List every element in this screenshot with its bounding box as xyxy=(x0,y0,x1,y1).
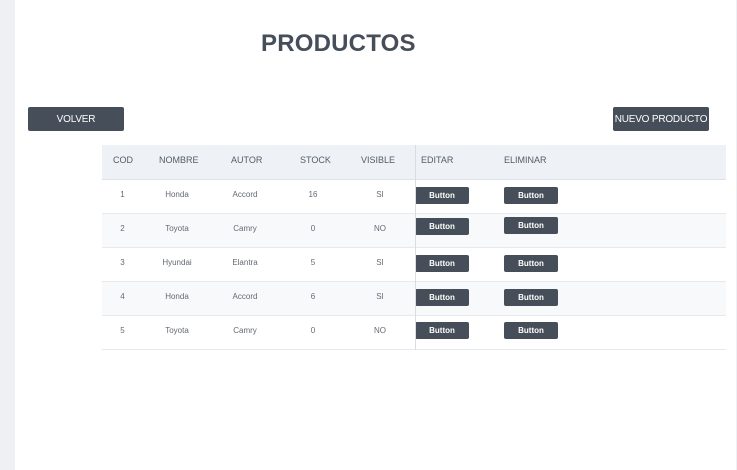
table-row: 2 Toyota Camry 0 NO Button Button xyxy=(102,214,726,248)
header-eliminar: ELIMINAR xyxy=(504,155,547,165)
delete-button[interactable]: Button xyxy=(504,255,558,272)
cell-nombre: Honda xyxy=(165,190,189,199)
delete-button[interactable]: Button xyxy=(504,322,558,339)
cell-visible: NO xyxy=(374,326,386,335)
header-editar: EDITAR xyxy=(421,155,454,165)
edit-button[interactable]: Button xyxy=(415,255,469,272)
table-row: 3 Hyundai Elantra 5 SI Button Button xyxy=(102,248,726,282)
table-row: 4 Honda Accord 6 SI Button Button xyxy=(102,282,726,316)
edit-button[interactable]: Button xyxy=(415,218,469,235)
cell-nombre: Toyota xyxy=(165,326,189,335)
table-header: COD NOMBRE AUTOR STOCK VISIBLE EDITAR EL… xyxy=(102,145,726,180)
cell-stock: 0 xyxy=(310,224,316,233)
cell-visible: SI xyxy=(376,190,384,199)
cell-stock: 16 xyxy=(308,190,318,199)
header-cod: COD xyxy=(113,155,133,165)
cell-visible: SI xyxy=(376,292,384,301)
header-visible: VISIBLE xyxy=(361,155,396,165)
cell-stock: 0 xyxy=(310,326,316,335)
edit-button[interactable]: Button xyxy=(415,289,469,306)
delete-button[interactable]: Button xyxy=(504,217,558,234)
cell-stock: 6 xyxy=(310,292,316,301)
cell-cod: 3 xyxy=(120,258,125,267)
header-nombre: NOMBRE xyxy=(159,155,199,165)
edit-button[interactable]: Button xyxy=(415,187,469,204)
edit-button[interactable]: Button xyxy=(415,322,469,339)
cell-autor: Camry xyxy=(233,326,257,335)
delete-button[interactable]: Button xyxy=(504,187,558,204)
cell-stock: 5 xyxy=(310,258,316,267)
new-product-button[interactable]: NUEVO PRODUCTO xyxy=(613,107,709,131)
header-stock: STOCK xyxy=(300,155,331,165)
cell-autor: Camry xyxy=(233,224,257,233)
cell-cod: 1 xyxy=(120,190,125,199)
cell-cod: 2 xyxy=(120,224,125,233)
table-row: 5 Toyota Camry 0 NO Button Button xyxy=(102,316,726,350)
back-button[interactable]: VOLVER xyxy=(28,107,124,131)
cell-visible: NO xyxy=(374,224,386,233)
cell-nombre: Toyota xyxy=(165,224,189,233)
cell-autor: Elantra xyxy=(232,258,258,267)
cell-nombre: Hyundai xyxy=(162,258,192,267)
page-title: PRODUCTOS xyxy=(261,30,416,57)
cell-autor: Accord xyxy=(232,292,258,301)
table-row: 1 Honda Accord 16 SI Button Button xyxy=(102,180,726,214)
cell-autor: Accord xyxy=(232,190,258,199)
cell-cod: 4 xyxy=(120,292,125,301)
delete-button[interactable]: Button xyxy=(504,289,558,306)
cell-nombre: Honda xyxy=(165,292,189,301)
cell-visible: SI xyxy=(376,258,384,267)
column-divider xyxy=(415,145,416,350)
products-table: COD NOMBRE AUTOR STOCK VISIBLE EDITAR EL… xyxy=(102,145,726,350)
header-autor: AUTOR xyxy=(231,155,263,165)
cell-cod: 5 xyxy=(120,326,125,335)
